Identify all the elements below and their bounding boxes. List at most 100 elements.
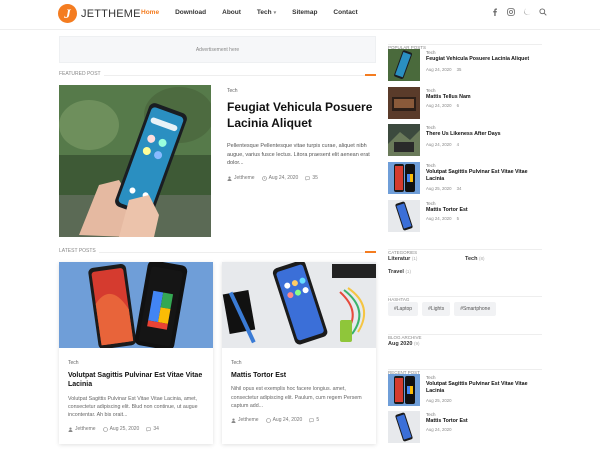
recent-post-meta: Aug 24, 2020: [426, 427, 452, 432]
popular-post-meta: Aug 24, 2020 35: [426, 67, 461, 72]
heading-divider: [388, 44, 542, 45]
hashtag-chip[interactable]: #Laptop: [388, 302, 419, 316]
recent-post-title[interactable]: Mattis Tortor Est: [426, 418, 544, 425]
popular-post-date: Aug 24, 2020: [426, 67, 452, 72]
post-card[interactable]: Tech Mattis Tortor Est Nihil opus est ex…: [222, 262, 376, 444]
popular-post-thumbnail[interactable]: [388, 162, 420, 194]
category-link[interactable]: Tech (8): [465, 256, 542, 262]
hashtag-list: #Laptop #Lights #Smartphone: [388, 302, 497, 316]
category-count: (1): [411, 256, 418, 261]
recent-post-category[interactable]: Tech: [426, 375, 436, 380]
popular-post-category[interactable]: Tech: [426, 125, 436, 130]
comments-meta: 35: [305, 175, 318, 181]
archive-link[interactable]: Aug 2020 (9): [388, 341, 542, 347]
popular-post-comments: 34: [456, 186, 462, 191]
recent-post-category[interactable]: Tech: [426, 412, 436, 417]
hashtag-chip[interactable]: #Lights: [422, 302, 451, 316]
post-card[interactable]: Tech Volutpat Sagittis Pulvinar Est Vita…: [59, 262, 213, 444]
hashtag-chip[interactable]: #Smartphone: [454, 302, 497, 316]
user-icon: [231, 418, 236, 423]
popular-post-title[interactable]: Feugiat Vehicula Posuere Lacinia Aliquet: [426, 56, 544, 63]
recent-post-meta: Aug 25, 2020: [426, 398, 452, 403]
heading-divider: [388, 296, 542, 297]
featured-category[interactable]: Tech: [227, 88, 238, 94]
post-card-category[interactable]: Tech: [68, 360, 204, 366]
popular-post-thumbnail[interactable]: [388, 124, 420, 156]
popular-post-thumbnail[interactable]: [388, 87, 420, 119]
nav-sitemap[interactable]: Sitemap: [292, 9, 317, 16]
popular-post-item[interactable]: Tech Mattis Tortor Est Aug 24, 2020 5: [388, 200, 542, 232]
post-card-author[interactable]: Jettheme: [75, 426, 96, 432]
popular-post-category[interactable]: Tech: [426, 88, 436, 93]
clock-icon: [102, 427, 108, 432]
popular-post-thumbnail[interactable]: [388, 49, 420, 81]
popular-post-item[interactable]: Tech Mattis Tellus Nam Aug 24, 2020 6: [388, 87, 542, 119]
featured-meta: Jettheme Aug 24, 2020 35: [227, 175, 318, 181]
post-card-title[interactable]: Mattis Tortor Est: [231, 371, 367, 380]
hashtag-heading: HASHTAG: [388, 288, 542, 302]
instagram-icon[interactable]: [507, 8, 515, 16]
popular-post-item[interactable]: Tech Volutpat Sagittis Pulvinar Est Vita…: [388, 162, 542, 194]
popular-post-item[interactable]: Tech Feugiat Vehicula Posuere Lacinia Al…: [388, 49, 542, 81]
popular-post-category[interactable]: Tech: [426, 50, 436, 55]
search-icon[interactable]: [539, 8, 547, 16]
category-count: (1): [405, 269, 411, 274]
featured-post-image[interactable]: [59, 85, 211, 237]
recent-post-item[interactable]: Tech Volutpat Sagittis Pulvinar Est Vita…: [388, 374, 542, 406]
featured-excerpt: Pellentesque Pellentesque vitae turpis c…: [227, 143, 370, 167]
comment-icon: [309, 418, 315, 423]
post-card-comments[interactable]: 34: [153, 426, 159, 432]
categories-heading-label: CATEGORIES: [388, 250, 418, 255]
categories-heading: CATEGORIES: [388, 241, 542, 255]
popular-post-category[interactable]: Tech: [426, 163, 436, 168]
user-icon: [227, 176, 232, 181]
post-card-image[interactable]: [222, 262, 376, 348]
advertisement-box: Advertisement here: [59, 36, 376, 63]
post-card-meta: Jettheme Aug 24, 2020 5: [231, 417, 367, 423]
recent-post-title[interactable]: Volutpat Sagittis Pulvinar Est Vitae Vit…: [426, 381, 544, 395]
popular-post-title[interactable]: Mattis Tellus Nam: [426, 94, 544, 101]
nav-download[interactable]: Download: [175, 9, 206, 16]
chevron-down-icon: ▾: [273, 10, 277, 16]
post-card-date: Aug 25, 2020: [109, 426, 140, 433]
popular-post-title[interactable]: Volutpat Sagittis Pulvinar Est Vitae Vit…: [426, 169, 544, 183]
heading-divider: [388, 249, 542, 250]
dark-mode-icon[interactable]: [523, 8, 531, 16]
categories-list: Literatur (1) Tech (8) Travel (1): [388, 256, 542, 282]
date-meta: Aug 24, 2020: [261, 175, 298, 181]
featured-comments[interactable]: 35: [312, 175, 318, 181]
post-card-author[interactable]: Jettheme: [238, 417, 259, 423]
popular-posts-heading: POPULAR POSTS: [388, 36, 542, 50]
heading-divider: [59, 252, 376, 253]
site-logo[interactable]: J JETTHEME: [58, 4, 141, 23]
featured-author[interactable]: Jettheme: [234, 175, 255, 181]
nav-home[interactable]: Home: [141, 9, 159, 16]
post-card-title[interactable]: Volutpat Sagittis Pulvinar Est Vitae Vit…: [68, 371, 204, 390]
popular-post-title[interactable]: There Us Likeness After Days: [426, 131, 544, 138]
nav-about[interactable]: About: [222, 9, 241, 16]
category-link[interactable]: Literatur (1): [388, 256, 465, 262]
post-card-comments[interactable]: 5: [316, 417, 319, 423]
site-header: J JETTHEME Home Download About Tech ▾ Sit…: [0, 0, 600, 30]
popular-post-date: Aug 24, 2020: [426, 103, 452, 108]
clock-icon: [265, 417, 271, 423]
recent-post-item[interactable]: Tech Mattis Tortor Est Aug 24, 2020: [388, 411, 542, 443]
recent-post-thumbnail[interactable]: [388, 411, 420, 443]
popular-post-title[interactable]: Mattis Tortor Est: [426, 207, 544, 214]
category-link[interactable]: Travel (1): [388, 269, 465, 275]
recent-post-thumbnail[interactable]: [388, 374, 420, 406]
post-card-category[interactable]: Tech: [231, 360, 367, 366]
post-card-date: Aug 24, 2020: [272, 417, 303, 424]
nav-tech[interactable]: Tech ▾: [257, 9, 276, 16]
facebook-icon[interactable]: [491, 8, 499, 16]
post-card-excerpt: Nihil opus est exemplis hoc facere longi…: [231, 386, 362, 409]
popular-post-item[interactable]: Tech There Us Likeness After Days Aug 24…: [388, 124, 542, 156]
nav-contact[interactable]: Contact: [333, 9, 357, 16]
popular-post-thumbnail[interactable]: [388, 200, 420, 232]
category-name: Literatur: [388, 256, 411, 262]
archive-count: (9): [414, 341, 420, 346]
category-count: (8): [478, 256, 485, 261]
post-card-image[interactable]: [59, 262, 213, 348]
featured-title[interactable]: Feugiat Vehicula Posuere Lacinia Aliquet: [227, 100, 377, 131]
popular-post-category[interactable]: Tech: [426, 201, 436, 206]
